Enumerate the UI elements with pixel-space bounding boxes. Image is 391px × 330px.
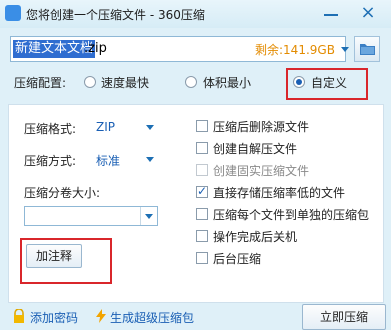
radio-size-label[interactable]: 体积最小 xyxy=(203,74,251,91)
format-label: 压缩格式: xyxy=(24,122,77,136)
checkbox-separate-archives[interactable] xyxy=(196,208,208,220)
radio-custom-label[interactable]: 自定义 xyxy=(311,74,347,91)
lock-icon xyxy=(12,308,26,323)
filename-dropdown-button[interactable] xyxy=(337,38,353,60)
method-value: 标准 xyxy=(96,154,121,168)
add-comment-label: 加注释 xyxy=(35,249,72,263)
chevron-down-icon xyxy=(146,157,154,162)
volume-dropdown-button[interactable] xyxy=(140,207,158,225)
chevron-down-icon xyxy=(341,47,349,52)
checkbox-store-low-ratio-label[interactable]: 直接存储压缩率低的文件 xyxy=(213,184,345,201)
config-label: 压缩配置: xyxy=(14,76,67,90)
filename-extension: .zip xyxy=(84,41,107,56)
chevron-down-icon xyxy=(146,125,154,130)
browse-folder-button[interactable] xyxy=(354,36,380,62)
minimize-button[interactable] xyxy=(324,14,338,16)
add-comment-button[interactable]: 加注释 xyxy=(26,244,82,268)
radio-size[interactable] xyxy=(185,76,197,88)
checkbox-shutdown-label[interactable]: 操作完成后关机 xyxy=(213,228,297,245)
radio-speed-label[interactable]: 速度最快 xyxy=(101,74,149,91)
checkbox-background-label[interactable]: 后台压缩 xyxy=(213,250,261,267)
format-value: ZIP xyxy=(96,120,115,134)
compress-now-label: 立即压缩 xyxy=(319,310,368,324)
chevron-down-icon xyxy=(145,214,153,219)
checkbox-self-extract-label[interactable]: 创建自解压文件 xyxy=(213,140,297,157)
checkbox-delete-source[interactable] xyxy=(196,120,208,132)
format-select[interactable]: ZIP xyxy=(94,118,158,136)
checkbox-delete-source-label[interactable]: 压缩后删除源文件 xyxy=(213,118,309,135)
checkbox-solid-archive[interactable] xyxy=(196,164,208,176)
volume-size-input[interactable] xyxy=(24,206,158,226)
radio-custom[interactable] xyxy=(293,76,305,88)
app-logo-icon xyxy=(5,5,21,21)
folder-icon xyxy=(360,44,375,55)
checkbox-solid-archive-label[interactable]: 创建固实压缩文件 xyxy=(213,162,309,179)
close-button[interactable]: × xyxy=(354,2,382,24)
volume-label: 压缩分卷大小: xyxy=(24,186,101,200)
method-select[interactable]: 标准 xyxy=(94,150,158,168)
lightning-icon xyxy=(94,309,108,323)
checkbox-self-extract[interactable] xyxy=(196,142,208,154)
window-title: 您将创建一个压缩文件 - 360压缩 xyxy=(26,8,205,22)
add-password-link[interactable]: 添加密码 xyxy=(30,309,78,326)
super-archive-link[interactable]: 生成超级压缩包 xyxy=(110,309,194,326)
free-space-label: 剩余:141.9GB xyxy=(255,43,335,57)
checkbox-store-low-ratio[interactable] xyxy=(196,184,208,198)
compress-now-button[interactable]: 立即压缩 xyxy=(302,304,386,330)
filename-input[interactable]: 新建文本文档 .zip 剩余:141.9GB xyxy=(10,36,349,62)
checkbox-separate-archives-label[interactable]: 压缩每个文件到单独的压缩包 xyxy=(213,206,369,223)
method-label: 压缩方式: xyxy=(24,154,77,168)
radio-speed[interactable] xyxy=(84,76,96,88)
checkbox-shutdown[interactable] xyxy=(196,230,208,242)
filename-selected-text: 新建文本文档 xyxy=(13,40,96,58)
checkbox-background[interactable] xyxy=(196,252,208,264)
